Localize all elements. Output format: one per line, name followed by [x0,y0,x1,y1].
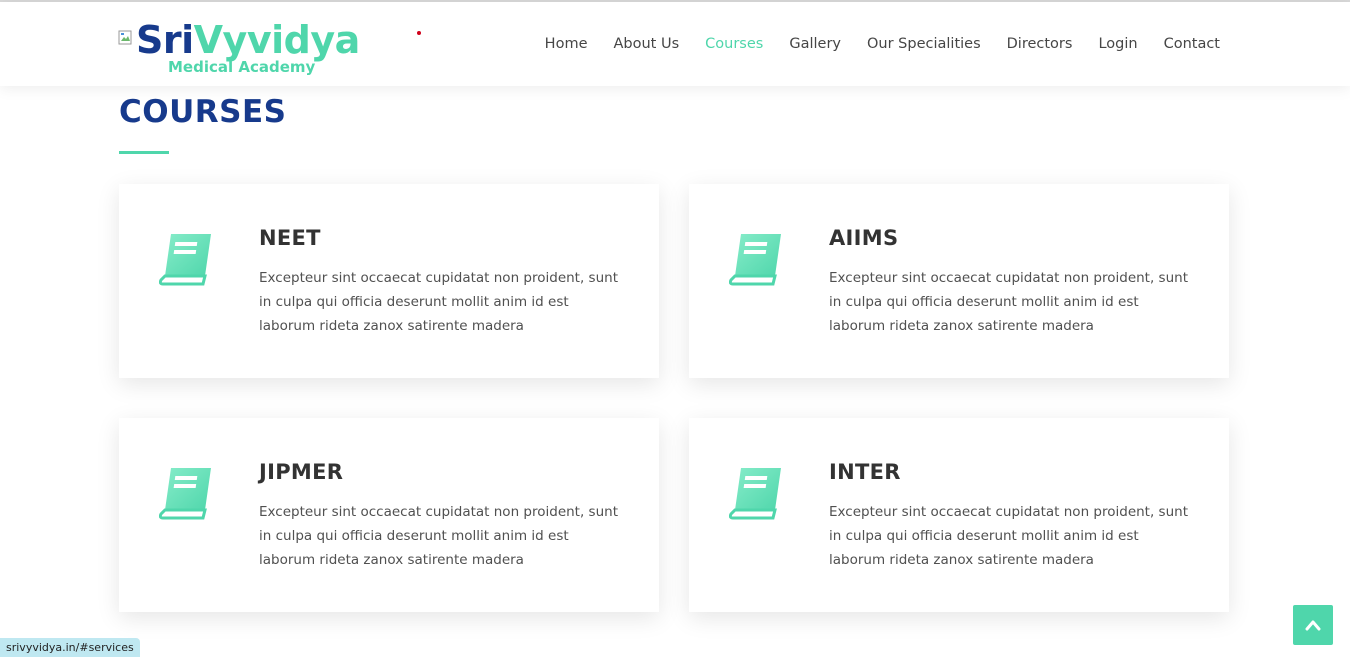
course-card-inter[interactable]: INTER Excepteur sint occaecat cupidatat … [689,418,1229,612]
decorative-dot [417,31,421,35]
main-navigation: Home About Us Courses Gallery Our Specia… [545,32,1220,56]
book-icon [729,234,781,286]
book-icon [159,234,211,286]
course-card-jipmer[interactable]: JIPMER Excepteur sint occaecat cupidatat… [119,418,659,612]
broken-image-icon [118,30,132,45]
course-description: Excepteur sint occaecat cupidatat non pr… [829,270,1188,334]
course-title: AIIMS [829,226,899,250]
nav-gallery[interactable]: Gallery [789,36,841,52]
course-card-neet[interactable]: NEET Excepteur sint occaecat cupidatat n… [119,184,659,378]
site-logo[interactable]: SriVyvidya Medical Academy [118,12,418,82]
back-to-top-button[interactable] [1293,605,1333,645]
nav-about-us[interactable]: About Us [614,36,680,52]
nav-courses[interactable]: Courses [705,36,763,52]
nav-login[interactable]: Login [1098,36,1137,52]
course-title: JIPMER [259,460,344,484]
course-title: INTER [829,460,901,484]
chevron-up-icon [1305,620,1321,631]
course-description: Excepteur sint occaecat cupidatat non pr… [259,504,618,568]
site-header: SriVyvidya Medical Academy Home About Us… [0,2,1350,86]
logo-text-accent: Vyvidya [193,18,361,62]
course-description: Excepteur sint occaecat cupidatat non pr… [829,504,1188,568]
logo-text-primary: Sri [136,18,194,62]
nav-home[interactable]: Home [545,36,588,52]
title-underline [119,151,169,154]
course-description: Excepteur sint occaecat cupidatat non pr… [259,270,618,334]
nav-contact[interactable]: Contact [1164,36,1220,52]
book-icon [159,468,211,520]
logo-subtitle: Medical Academy [168,58,316,76]
status-bar-url: srivyvidya.in/#services [0,638,140,657]
course-title: NEET [259,226,321,250]
nav-directors[interactable]: Directors [1007,36,1073,52]
page-title: COURSES [119,94,287,130]
course-card-aiims[interactable]: AIIMS Excepteur sint occaecat cupidatat … [689,184,1229,378]
book-icon [729,468,781,520]
nav-our-specialities[interactable]: Our Specialities [867,36,981,52]
logo-text: SriVyvidya [136,18,360,62]
